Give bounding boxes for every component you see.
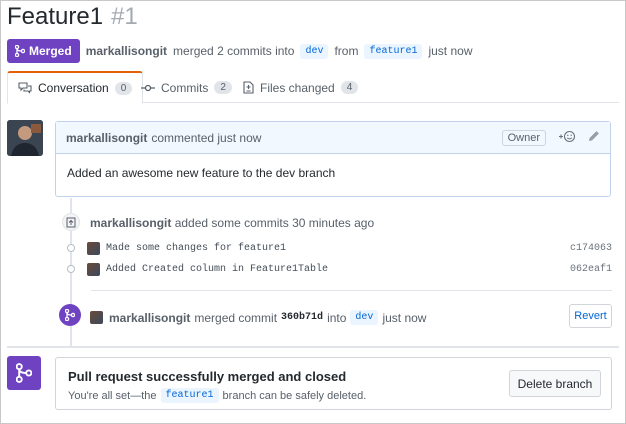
merge-into-text: into bbox=[327, 310, 347, 325]
commit-dot-icon bbox=[67, 244, 75, 252]
list-item: Made some changes for feature1 c174063 bbox=[64, 240, 612, 256]
merged-status-box: Pull request successfully merged and clo… bbox=[55, 357, 612, 410]
merge-target-branch[interactable]: dev bbox=[350, 310, 379, 325]
commit-message-link[interactable]: Added Created column in Feature1Table bbox=[106, 264, 328, 275]
head-branch-label[interactable]: feature1 bbox=[364, 43, 423, 59]
delete-branch-button[interactable]: Delete branch bbox=[509, 370, 601, 397]
pr-tabs: Conversation 0 Commits 2 Files changed 4 bbox=[7, 71, 619, 104]
pr-from-text: from bbox=[334, 44, 359, 58]
merged-status-subtitle: You're all set—the feature1 branch can b… bbox=[68, 388, 366, 403]
tab-commits-count: 2 bbox=[214, 81, 232, 94]
commits-event-text: markallisongit added some commits 30 min… bbox=[90, 216, 374, 230]
timeline-end-line bbox=[7, 346, 619, 348]
merged-status-title: Pull request successfully merged and clo… bbox=[68, 369, 347, 384]
user-photo-icon bbox=[7, 120, 43, 156]
merged-state-label: Merged bbox=[29, 44, 72, 58]
commit-sha-link[interactable]: c174063 bbox=[570, 243, 612, 254]
commits-event-description: added some commits 30 minutes ago bbox=[174, 216, 375, 230]
pr-header: Feature1 #1 bbox=[7, 3, 138, 35]
tab-files-changed[interactable]: Files changed 4 bbox=[233, 71, 368, 104]
merge-author-avatar[interactable] bbox=[90, 311, 103, 324]
owner-badge: Owner bbox=[501, 129, 546, 146]
tab-files-changed-count: 4 bbox=[340, 81, 359, 94]
merge-event-time: just now bbox=[382, 310, 427, 325]
merge-commit-sha-link[interactable]: 360b71d bbox=[281, 312, 323, 323]
avatar[interactable] bbox=[7, 120, 43, 156]
pr-number: #1 bbox=[111, 3, 138, 30]
pr-time: just now bbox=[428, 44, 473, 58]
tab-conversation-label: Conversation bbox=[38, 81, 109, 95]
merge-event-description: merged commit bbox=[194, 310, 278, 325]
add-reaction-icon[interactable] bbox=[558, 130, 576, 146]
pr-title: Feature1 bbox=[7, 3, 104, 30]
list-item: Added Created column in Feature1Table 06… bbox=[64, 261, 612, 277]
comment-box: markallisongit commented just now Owner … bbox=[55, 121, 611, 197]
comment-action: commented just now bbox=[151, 130, 262, 145]
git-merge-large-icon bbox=[7, 356, 41, 390]
git-commit-icon bbox=[141, 84, 155, 91]
tab-files-changed-label: Files changed bbox=[260, 80, 335, 95]
merged-sub-suffix: branch can be safely deleted. bbox=[222, 389, 367, 402]
timeline-divider bbox=[91, 290, 612, 291]
merged-sub-branch[interactable]: feature1 bbox=[160, 388, 219, 403]
merge-event-author-link[interactable]: markallisongit bbox=[109, 311, 190, 325]
merged-state-badge: Merged bbox=[7, 39, 80, 63]
tab-conversation[interactable]: Conversation 0 bbox=[7, 71, 144, 104]
git-merge-event-icon bbox=[59, 304, 81, 326]
tab-commits[interactable]: Commits 2 bbox=[131, 71, 242, 104]
pr-author-link[interactable]: markallisongit bbox=[86, 44, 167, 58]
comment-body: Added an awesome new feature to the dev … bbox=[67, 166, 336, 180]
file-diff-icon bbox=[243, 81, 254, 94]
pr-merged-text: merged 2 commits into bbox=[173, 44, 295, 58]
merge-event-text: markallisongit merged commit 360b71d int… bbox=[90, 310, 426, 325]
commit-dot-icon bbox=[67, 265, 75, 273]
commit-author-avatar[interactable] bbox=[87, 241, 100, 255]
tab-conversation-count: 0 bbox=[114, 81, 133, 95]
commit-sha-link[interactable]: 062eaf1 bbox=[570, 264, 612, 275]
edit-pencil-icon[interactable] bbox=[588, 130, 600, 145]
commit-author-avatar[interactable] bbox=[87, 262, 100, 276]
comment-discussion-icon bbox=[18, 82, 32, 94]
repo-push-icon bbox=[62, 213, 80, 231]
merged-sub-prefix: You're all set—the bbox=[68, 389, 157, 402]
base-branch-label[interactable]: dev bbox=[300, 43, 329, 59]
commits-event-author-link[interactable]: markallisongit bbox=[90, 216, 171, 230]
comment-header: markallisongit commented just now Owner bbox=[56, 122, 610, 154]
commit-message-link[interactable]: Made some changes for feature1 bbox=[106, 243, 286, 254]
tab-commits-label: Commits bbox=[161, 80, 209, 95]
git-merge-icon bbox=[15, 45, 25, 57]
comment-author-link[interactable]: markallisongit bbox=[66, 131, 147, 145]
pr-meta: Merged markallisongit merged 2 commits i… bbox=[7, 39, 473, 63]
revert-button[interactable]: Revert bbox=[569, 304, 612, 328]
